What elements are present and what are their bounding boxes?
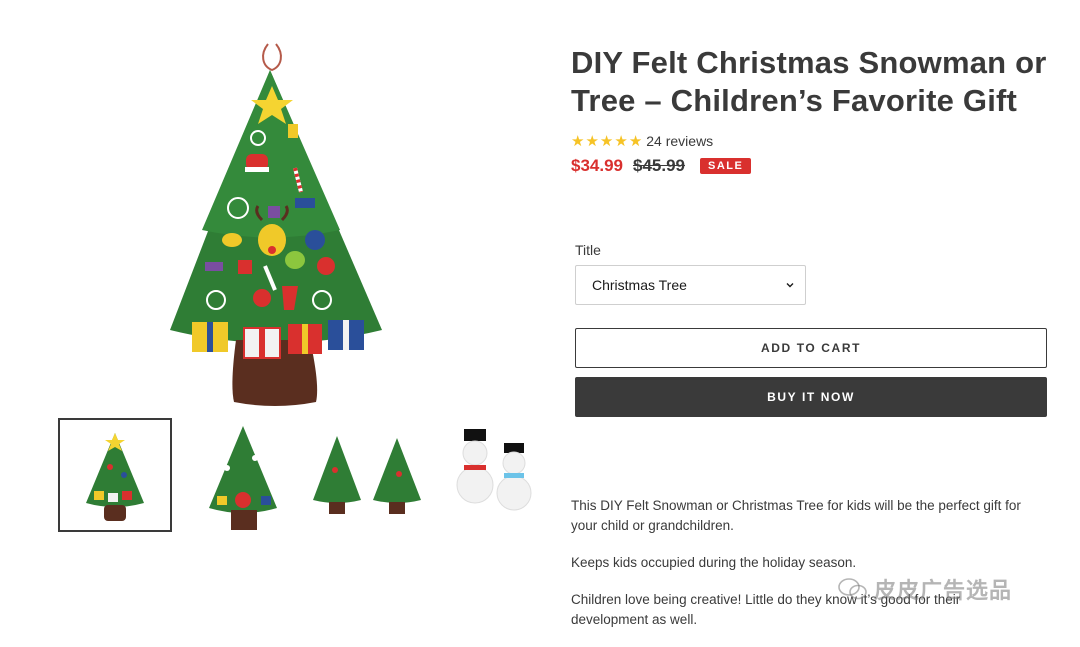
- thumbnail-1[interactable]: [58, 418, 172, 532]
- variant-select[interactable]: Christmas Tree: [575, 265, 806, 305]
- wechat-icon: [838, 578, 867, 600]
- variant-selected-value: Christmas Tree: [592, 277, 687, 293]
- star-rating: ★ ★ ★ ★ ★: [571, 134, 642, 149]
- main-product-image[interactable]: [150, 40, 400, 412]
- sale-badge: SALE: [700, 158, 752, 174]
- reviews-link[interactable]: 24 reviews: [646, 133, 713, 149]
- chevron-down-icon: [786, 283, 794, 288]
- product-info: DIY Felt Christmas Snowman or Tree – Chi…: [571, 44, 1051, 627]
- star-icon: ★: [628, 132, 643, 150]
- thumbnail-2[interactable]: [186, 418, 300, 532]
- add-to-cart-button[interactable]: ADD TO CART: [575, 328, 1047, 368]
- compare-price: $45.99: [633, 156, 685, 175]
- watermark-text: 皮皮广告选品: [874, 578, 1013, 603]
- product-description: This DIY Felt Snowman or Christmas Tree …: [571, 496, 1041, 647]
- variant-label: Title: [575, 242, 601, 258]
- description-paragraph: This DIY Felt Snowman or Christmas Tree …: [571, 498, 1021, 533]
- product-gallery: [0, 0, 560, 640]
- star-icon: ★: [614, 132, 628, 150]
- price-row: $34.99 $45.99 SALE: [571, 154, 1051, 178]
- product-rating[interactable]: ★ ★ ★ ★ ★ 24 reviews: [571, 132, 1051, 150]
- thumbnail-4[interactable]: [442, 418, 542, 532]
- sale-price: $34.99: [571, 156, 623, 175]
- thumbnail-3[interactable]: [304, 418, 434, 532]
- star-icon: ★: [571, 132, 585, 150]
- star-icon: ★: [585, 132, 599, 150]
- star-icon: ★: [599, 132, 614, 150]
- description-paragraph: Keeps kids occupied during the holiday s…: [571, 555, 857, 570]
- product-title: DIY Felt Christmas Snowman or Tree – Chi…: [571, 45, 1047, 118]
- watermark: 皮皮广告选品: [838, 573, 1012, 605]
- buy-it-now-button[interactable]: BUY IT NOW: [575, 377, 1047, 417]
